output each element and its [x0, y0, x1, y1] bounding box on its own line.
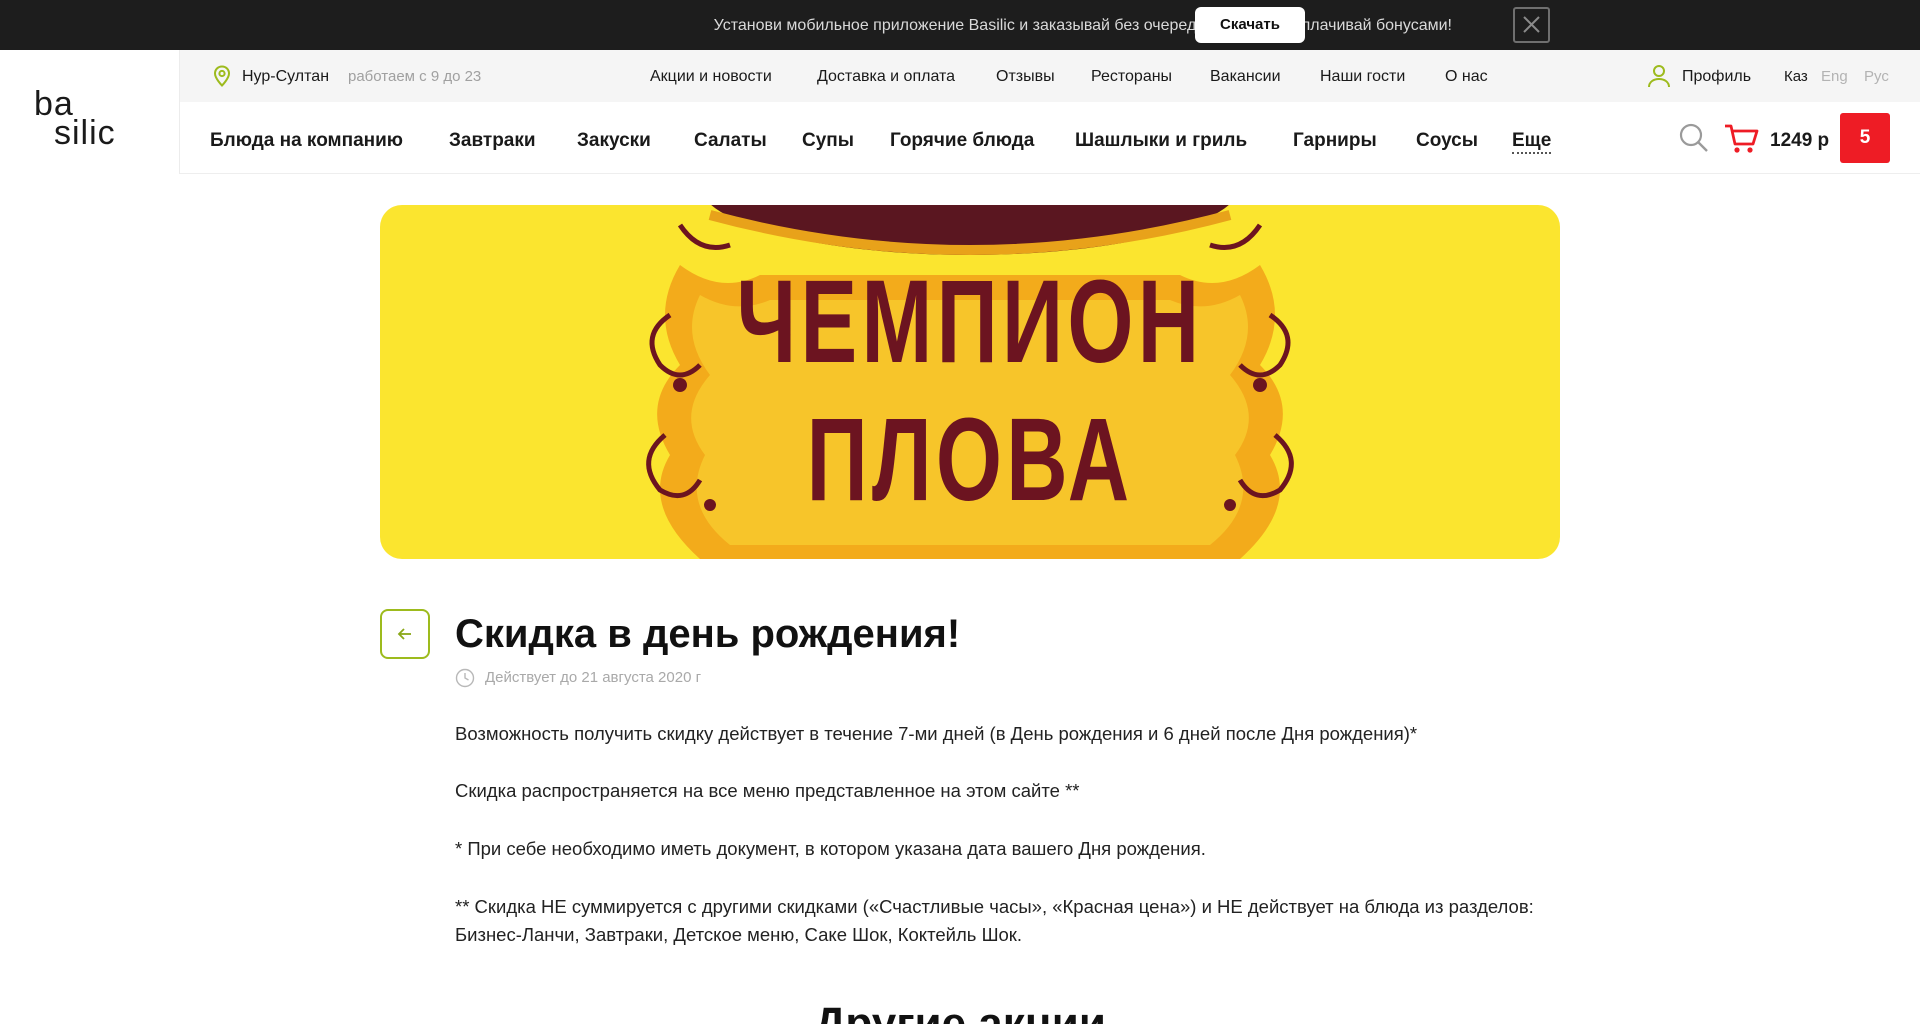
promotion-paragraph-4: ** Скидка НЕ суммируется с другими скидк…	[455, 896, 1534, 945]
back-button[interactable]	[380, 609, 430, 659]
promo-banner: ЧЕМПИОН ПЛОВА	[380, 205, 1560, 559]
category-soups[interactable]: Супы	[802, 102, 854, 180]
lang-kaz[interactable]: Каз	[1784, 50, 1808, 104]
lang-eng[interactable]: Eng	[1821, 50, 1848, 104]
promotion-paragraph-1: Возможность получить скидку действует в …	[455, 723, 1418, 744]
search-icon[interactable]	[1678, 122, 1710, 154]
promotion-paragraph-2: Скидка распространяется на все меню пред…	[455, 780, 1080, 801]
nav-link-restaurants[interactable]: Рестораны	[1091, 50, 1172, 104]
category-hot-dishes[interactable]: Горячие блюда	[890, 102, 1034, 180]
other-promotions-heading: Другие акции	[814, 999, 1106, 1024]
category-salads[interactable]: Салаты	[694, 102, 767, 180]
app-promo-bar: Установи мобильное приложение Basilic и …	[0, 0, 1920, 50]
arrow-left-icon	[397, 628, 411, 640]
profile-icon	[1648, 65, 1670, 88]
clock-icon	[455, 668, 475, 688]
download-app-button[interactable]: Скачать	[1195, 7, 1305, 43]
category-sides[interactable]: Гарниры	[1293, 102, 1377, 180]
cart-icon[interactable]	[1723, 120, 1759, 156]
nav-link-promotions[interactable]: Акции и новости	[650, 50, 772, 104]
nav-link-delivery[interactable]: Доставка и оплата	[817, 50, 955, 104]
valid-until-date: Действует до 21 августа 2020 г	[485, 669, 702, 686]
category-grill[interactable]: Шашлыки и гриль	[1075, 102, 1247, 180]
cart-total[interactable]: 1249 р	[1770, 102, 1829, 180]
city-selector[interactable]: Нур-Султан	[242, 50, 329, 104]
category-company[interactable]: Блюда на компанию	[210, 102, 403, 180]
category-sauces[interactable]: Соусы	[1416, 102, 1478, 180]
promotion-title: Скидка в день рождения!	[455, 612, 961, 656]
nav-link-guests[interactable]: Наши гости	[1320, 50, 1405, 104]
nav-link-vacancies[interactable]: Вакансии	[1210, 50, 1281, 104]
site-logo[interactable]: ba silic	[0, 50, 180, 174]
lang-rus[interactable]: Рус	[1864, 50, 1889, 104]
profile-link[interactable]: Профиль	[1682, 50, 1751, 104]
logo-line-2: silic	[54, 114, 116, 152]
promotion-paragraph-3: * При себе необходимо иметь документ, в …	[455, 838, 1206, 859]
category-nav: Блюда на компанию Завтраки Закуски Салат…	[180, 102, 1920, 174]
nav-link-about[interactable]: О нас	[1445, 50, 1488, 104]
promo-close-button[interactable]	[1513, 7, 1550, 43]
cart-count-badge[interactable]: 5	[1840, 113, 1890, 163]
category-snacks[interactable]: Закуски	[577, 102, 651, 180]
location-pin-icon	[213, 65, 231, 87]
close-icon	[1523, 16, 1540, 33]
category-more[interactable]: Еще	[1512, 130, 1552, 154]
top-info-bar: Нур-Султан работаем с 9 до 23 Акции и но…	[180, 50, 1920, 102]
category-breakfast[interactable]: Завтраки	[449, 102, 536, 180]
working-hours: работаем с 9 до 23	[348, 68, 482, 85]
banner-line-2: ПЛОВА	[806, 394, 1134, 526]
banner-line-1: ЧЕМПИОН	[736, 256, 1204, 388]
nav-link-reviews[interactable]: Отзывы	[996, 50, 1055, 104]
